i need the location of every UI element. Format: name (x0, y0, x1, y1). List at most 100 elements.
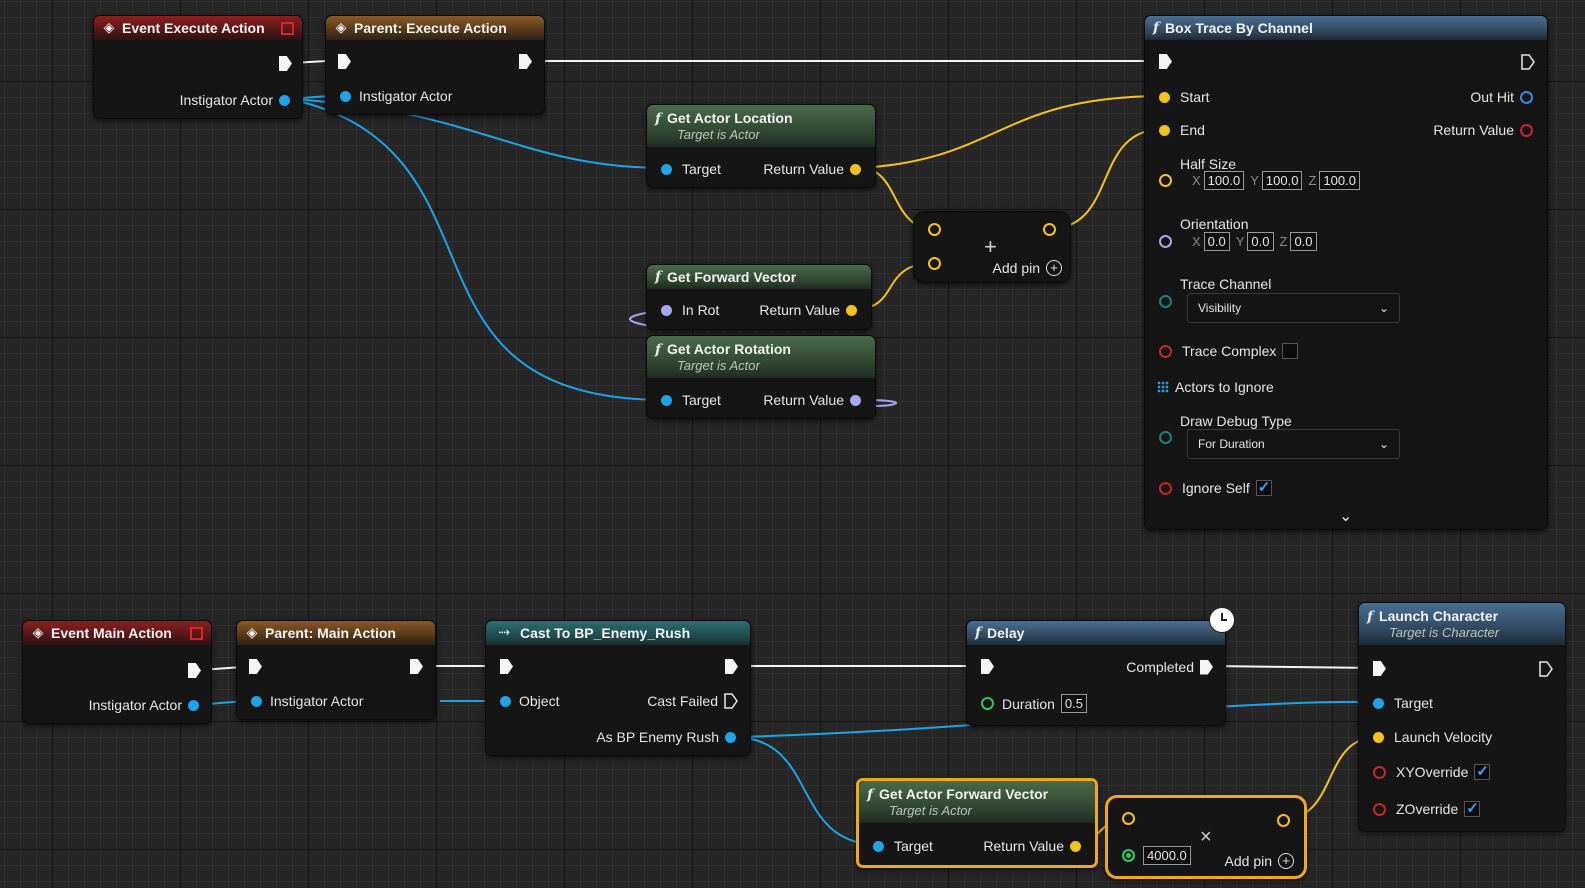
return-value-pin[interactable]: Return Value (763, 161, 861, 177)
delegate-square-icon[interactable] (281, 21, 294, 35)
get-actor-rotation-node[interactable]: f Get Actor Rotation Target is Actor Targ… (646, 335, 876, 419)
ignore-self-pin[interactable]: Ignore Self (1159, 478, 1272, 496)
pin-label: Target (1394, 695, 1433, 711)
cast-to-bp-enemy-rush-node[interactable]: ⇢ Cast To BP_Enemy_Rush Object Cast Fail… (485, 620, 751, 756)
add-pin-button[interactable]: Add pin + (1225, 853, 1294, 869)
target-pin[interactable]: Target (661, 161, 721, 177)
return-value-pin[interactable]: Return Value (983, 838, 1081, 854)
exec-out-pin[interactable] (519, 54, 532, 69)
node-title: Launch Character (1379, 608, 1499, 624)
get-actor-location-node[interactable]: f Get Actor Location Target is Actor Targ… (646, 104, 876, 188)
axis-x-label: X (1192, 173, 1201, 188)
input-a-pin[interactable] (928, 223, 941, 236)
rotator-pin-icon (850, 394, 861, 406)
target-pin[interactable]: Target (661, 392, 721, 408)
exec-out-pin[interactable] (410, 659, 423, 674)
launch-velocity-pin[interactable]: Launch Velocity (1373, 729, 1492, 745)
output-pin[interactable] (1277, 814, 1290, 827)
orientation-pin[interactable]: X 0.0 Y 0.0 Z 0.0 (1159, 232, 1317, 251)
multiply-vector-node[interactable]: × 4000.0 Add pin + (1105, 795, 1307, 879)
target-pin[interactable]: Target (873, 838, 933, 854)
exec-wire (1211, 665, 1379, 669)
trace-channel-pin[interactable] (1159, 295, 1172, 308)
node-subtitle: Target is Actor (889, 803, 972, 818)
exec-in-pin[interactable] (1373, 661, 1386, 676)
vector-pin-icon (1159, 91, 1170, 103)
input-b-pin[interactable] (928, 257, 941, 270)
trace-complex-checkbox[interactable] (1282, 343, 1299, 359)
event-diamond-icon: ◈ (32, 625, 44, 641)
box-trace-by-channel-node[interactable]: f Box Trace By Channel Start Out Hit End… (1144, 15, 1548, 530)
launch-character-node[interactable]: f Launch Character Target is Character Ta… (1358, 602, 1566, 832)
parent-execute-action-node[interactable]: ◈ Parent: Execute Action Instigator Acto… (325, 15, 545, 115)
return-value-pin[interactable]: Return Value (763, 392, 861, 408)
out-hit-pin[interactable]: Out Hit (1470, 89, 1533, 105)
draw-debug-dropdown[interactable]: For Duration ⌄ (1187, 429, 1400, 459)
exec-in-pin[interactable] (981, 659, 994, 674)
exec-out-pin[interactable] (1539, 661, 1553, 677)
input-a-pin[interactable] (1122, 812, 1135, 825)
event-execute-action-node[interactable]: ◈ Event Execute Action Instigator Actor (93, 15, 303, 119)
z-override-pin[interactable]: ZOverride (1373, 799, 1481, 817)
add-pin-label: Add pin (992, 260, 1040, 276)
input-b-pin[interactable]: 4000.0 (1122, 846, 1191, 865)
exec-out-pin[interactable] (725, 659, 738, 674)
orientation-z-field[interactable]: 0.0 (1290, 232, 1317, 251)
object-pin-icon (251, 695, 262, 707)
exec-in-pin[interactable] (338, 54, 351, 69)
get-actor-forward-vector-node[interactable]: f Get Actor Forward Vector Target is Acto… (856, 778, 1098, 868)
vector-pin-icon (1277, 814, 1290, 827)
get-forward-vector-node[interactable]: f Get Forward Vector In Rot Return Value (646, 264, 872, 330)
delay-node[interactable]: f Delay Completed Duration 0.5 (966, 607, 1235, 726)
vector-pin-icon (850, 163, 861, 175)
exec-in-pin[interactable] (500, 659, 513, 674)
instigator-actor-pin[interactable]: Instigator Actor (251, 693, 363, 709)
actors-to-ignore-pin[interactable]: Actors to Ignore (1157, 379, 1274, 395)
as-bp-enemy-rush-pin[interactable]: As BP Enemy Rush (596, 729, 736, 745)
half-size-z-field[interactable]: 100.0 (1319, 171, 1360, 190)
start-pin[interactable]: Start (1159, 89, 1210, 105)
expand-advanced-icon[interactable]: ⌄ (1339, 506, 1352, 526)
delegate-square-icon[interactable] (190, 626, 203, 640)
instigator-actor-pin[interactable]: Instigator Actor (340, 88, 452, 104)
completed-pin[interactable]: Completed (1126, 659, 1213, 675)
xy-override-pin[interactable]: XYOverride (1373, 762, 1491, 780)
half-size-y-field[interactable]: 100.0 (1261, 171, 1303, 190)
duration-pin[interactable]: Duration 0.5 (981, 694, 1087, 713)
half-size-x-field[interactable]: 100.0 (1203, 171, 1245, 190)
trace-channel-dropdown[interactable]: Visibility ⌄ (1187, 293, 1400, 323)
exec-in-pin[interactable] (1159, 54, 1172, 69)
vector-pin-icon (1070, 840, 1081, 852)
cast-arrow-icon: ⇢ (498, 625, 510, 641)
event-main-action-node[interactable]: ◈ Event Main Action Instigator Actor (22, 620, 212, 724)
half-size-pin[interactable]: X 100.0 Y 100.0 Z 100.0 (1159, 171, 1360, 190)
vector-wire (859, 95, 1165, 169)
end-pin[interactable]: End (1159, 122, 1205, 138)
trace-complex-pin[interactable]: Trace Complex (1159, 343, 1299, 359)
return-value-pin[interactable]: Return Value (759, 302, 857, 318)
multiplier-field[interactable]: 4000.0 (1143, 846, 1191, 865)
z-override-checkbox[interactable] (1464, 799, 1481, 817)
target-pin[interactable]: Target (1373, 695, 1433, 711)
duration-field[interactable]: 0.5 (1060, 694, 1087, 713)
add-vector-node[interactable]: + Add pin + (913, 211, 1071, 283)
orientation-x-field[interactable]: 0.0 (1203, 232, 1230, 251)
ignore-self-checkbox[interactable] (1255, 478, 1272, 496)
add-pin-button[interactable]: Add pin + (993, 260, 1062, 276)
return-value-pin[interactable]: Return Value (1433, 122, 1533, 138)
exec-out-pin[interactable] (279, 56, 292, 71)
parent-main-action-node[interactable]: ◈ Parent: Main Action Instigator Actor (236, 620, 436, 720)
exec-out-pin[interactable] (1521, 54, 1535, 70)
instigator-actor-pin[interactable]: Instigator Actor (89, 697, 199, 713)
draw-debug-pin[interactable] (1159, 431, 1172, 444)
cast-failed-pin[interactable]: Cast Failed (647, 693, 738, 709)
orientation-y-field[interactable]: 0.0 (1247, 232, 1274, 251)
exec-out-pin[interactable] (188, 663, 201, 678)
output-pin[interactable] (1043, 223, 1056, 236)
in-rot-pin[interactable]: In Rot (661, 302, 719, 318)
object-wire (289, 98, 667, 401)
exec-in-pin[interactable] (249, 659, 262, 674)
xy-override-checkbox[interactable] (1474, 762, 1491, 780)
instigator-actor-pin[interactable]: Instigator Actor (180, 92, 290, 108)
object-pin[interactable]: Object (500, 693, 559, 709)
